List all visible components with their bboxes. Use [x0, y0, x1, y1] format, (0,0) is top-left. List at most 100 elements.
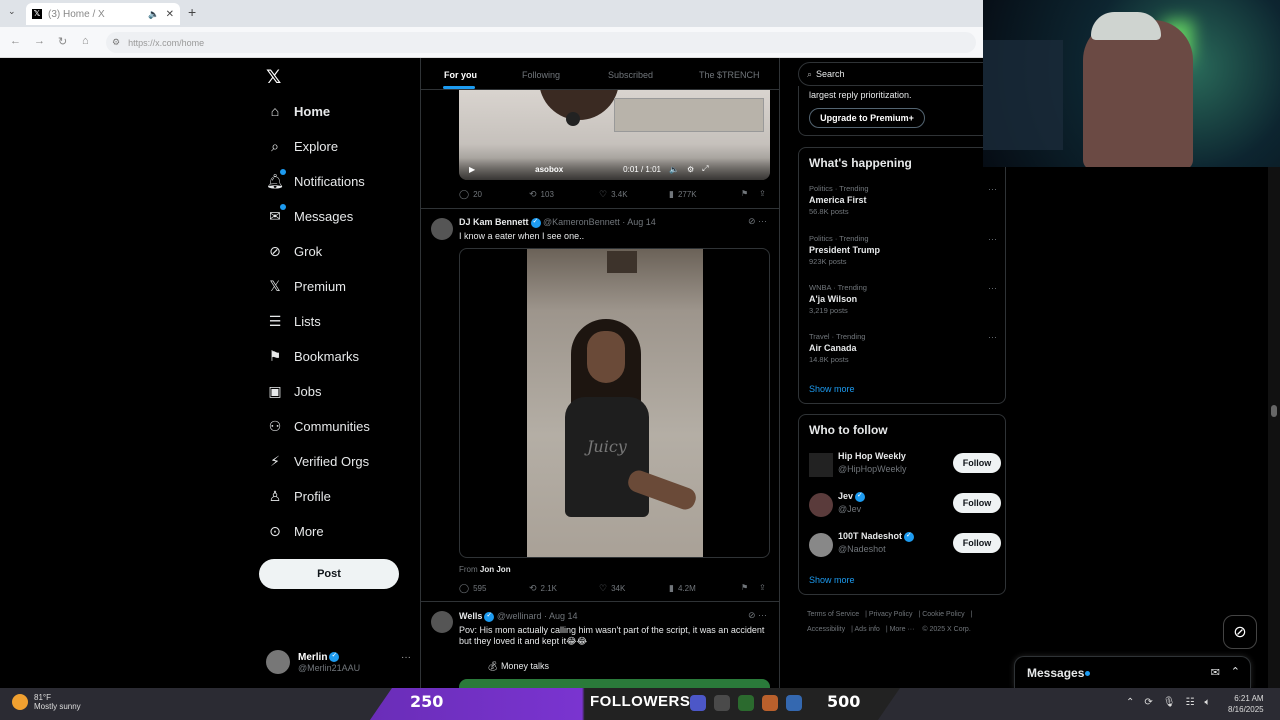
upgrade-button[interactable]: Upgrade to Premium+ — [809, 108, 925, 128]
discord-icon[interactable] — [690, 695, 706, 711]
reply-button[interactable]: ◯ 595 — [459, 583, 486, 594]
follow-suggestion[interactable]: 100T Nadeshot @Nadeshot Follow — [809, 531, 1001, 559]
nav-more[interactable]: ⊙ More — [266, 522, 324, 540]
nav-messages[interactable]: ✉ Messages — [266, 204, 353, 225]
author-name[interactable]: Wells — [459, 611, 482, 621]
nav-grok[interactable]: ⊘ Grok — [266, 242, 322, 260]
tab-trench[interactable]: The $TRENCH — [699, 70, 760, 80]
more-dots-icon[interactable]: ··· — [401, 652, 411, 663]
show-more-link[interactable]: Show more — [809, 384, 855, 394]
like-button[interactable]: ♡ 3.4K — [599, 189, 628, 200]
footer-link[interactable]: Cookie Policy — [922, 611, 964, 618]
volume-icon[interactable]: 🔈 — [669, 165, 679, 174]
search-input[interactable]: ⌕ Search — [798, 62, 998, 86]
site-info-icon[interactable]: ⚙ — [112, 37, 120, 48]
play-icon[interactable]: ▶ — [469, 165, 475, 174]
nav-premium[interactable]: 𝕏 Premium — [266, 277, 346, 295]
nav-communities[interactable]: ⚇ Communities — [266, 417, 370, 435]
follow-suggestion[interactable]: Hip Hop Weekly @HipHopWeekly Follow — [809, 451, 1001, 479]
tab-following[interactable]: Following — [522, 70, 560, 80]
from-name[interactable]: Jon Jon — [480, 565, 511, 574]
nav-profile[interactable]: ♙ Profile — [266, 487, 331, 505]
nav-bookmarks[interactable]: ⚑ Bookmarks — [266, 347, 359, 365]
views-button[interactable]: ▮ 4.2M — [669, 583, 696, 594]
forward-icon[interactable]: → — [34, 35, 45, 47]
new-tab-icon[interactable]: + — [188, 4, 196, 20]
footer-link[interactable]: Ads info — [855, 626, 880, 633]
video-player[interactable]: Juicy — [459, 248, 770, 558]
more-dots-icon[interactable]: ··· — [988, 184, 997, 194]
fullscreen-icon[interactable]: ⤢ — [702, 164, 708, 174]
app-icon[interactable] — [738, 695, 754, 711]
repost-button[interactable]: ⟲ 2.1K — [529, 583, 557, 594]
nav-verified-orgs[interactable]: ⚡︎ Verified Orgs — [266, 452, 369, 470]
avatar[interactable] — [431, 218, 453, 240]
follow-button[interactable]: Follow — [953, 493, 1001, 513]
share-icon[interactable]: ⇪ — [759, 189, 766, 198]
app-icon[interactable] — [762, 695, 778, 711]
tweet-date[interactable]: · Aug 14 — [622, 217, 656, 227]
nav-explore[interactable]: ⌕ Explore — [266, 137, 338, 155]
speaker-icon[interactable]: 🔈︎ — [1204, 697, 1210, 708]
video-player[interactable]: ▶ asobox 0:01 / 1:01 🔈 ⚙ ⤢ — [459, 90, 770, 180]
reload-icon[interactable]: ↻ — [58, 35, 67, 48]
tab-for-you[interactable]: For you — [444, 70, 477, 80]
more-dots-icon[interactable]: ⊘ ··· — [748, 216, 767, 227]
more-dots-icon[interactable]: ··· — [988, 332, 997, 342]
follow-button[interactable]: Follow — [953, 533, 1001, 553]
chevron-up-icon[interactable]: ⌃ — [1126, 697, 1134, 708]
more-dots-icon[interactable]: ⊘ ··· — [748, 610, 767, 621]
messages-drawer[interactable]: Messages ✉ ⌃ — [1014, 656, 1251, 688]
new-message-icon[interactable]: ✉ — [1211, 666, 1220, 679]
settings-icon[interactable]: ⚙ — [687, 165, 694, 174]
address-bar[interactable]: ⚙ https://x.com/home — [106, 32, 976, 53]
author-handle[interactable]: @wellinard — [497, 611, 542, 621]
scrollbar-thumb[interactable] — [1271, 405, 1277, 417]
x-logo-icon[interactable]: 𝕏 — [266, 66, 281, 89]
trend-item[interactable]: Politics · Trending President Trump 923K… — [809, 234, 999, 266]
more-dots-icon[interactable]: ··· — [988, 283, 997, 293]
footer-link[interactable]: More ··· — [890, 626, 915, 633]
like-button[interactable]: ♡ 34K — [599, 583, 625, 594]
more-dots-icon[interactable]: ··· — [988, 234, 997, 244]
footer-link[interactable]: Terms of Service — [807, 611, 859, 618]
speaker-icon[interactable]: 🔈 — [148, 9, 159, 20]
bookmark-icon[interactable]: ⚑ — [741, 583, 748, 592]
wifi-icon[interactable]: ☷ — [1185, 697, 1194, 708]
author-handle[interactable]: @KameronBennett — [543, 217, 620, 227]
footer-link[interactable]: Accessibility — [807, 626, 845, 633]
media-preview[interactable] — [459, 679, 770, 688]
home-button-icon[interactable]: ⌂ — [82, 35, 89, 47]
sync-icon[interactable]: ⟳ — [1144, 697, 1152, 708]
close-icon[interactable]: ✕ — [166, 9, 174, 20]
browser-tab[interactable]: 𝕏 (3) Home / X 🔈 ✕ — [26, 3, 180, 25]
nav-jobs[interactable]: ▣ Jobs — [266, 382, 321, 400]
expand-icon[interactable]: ⌃ — [1231, 665, 1240, 678]
nav-home[interactable]: ⌂ Home — [266, 102, 330, 120]
tweet-date[interactable]: · Aug 14 — [544, 611, 578, 621]
back-icon[interactable]: ← — [10, 35, 21, 47]
repost-button[interactable]: ⟲ 103 — [529, 189, 554, 200]
share-icon[interactable]: ⇪ — [759, 583, 766, 592]
app-icon[interactable] — [786, 695, 802, 711]
footer-link[interactable]: Privacy Policy — [869, 611, 913, 618]
avatar[interactable] — [431, 611, 453, 633]
nav-lists[interactable]: ☰ Lists — [266, 312, 321, 330]
tab-list-chevron-icon[interactable]: ⌄ — [8, 6, 16, 17]
account-switcher[interactable]: Merlin @Merlin21AAU ··· — [266, 646, 411, 678]
reply-button[interactable]: ◯ 20 — [459, 189, 482, 200]
follow-suggestion[interactable]: Jev @Jev Follow — [809, 491, 1001, 519]
trend-item[interactable]: WNBA · Trending A'ja Wilson 3,219 posts … — [809, 283, 999, 315]
clock[interactable]: 6:21 AM 8/16/2025 — [1228, 693, 1264, 715]
scrollbar[interactable] — [1268, 167, 1280, 688]
nav-notifications[interactable]: 🔔︎ Notifications — [266, 169, 365, 190]
trend-item[interactable]: Travel · Trending Air Canada 14.8K posts… — [809, 332, 999, 364]
microphone-icon[interactable]: 🎙︎ — [1163, 697, 1176, 708]
post-button[interactable]: Post — [259, 559, 399, 589]
bookmark-icon[interactable]: ⚑ — [741, 189, 748, 198]
show-more-link[interactable]: Show more — [809, 575, 855, 585]
app-icon[interactable] — [714, 695, 730, 711]
views-button[interactable]: ▮ 277K — [669, 189, 697, 200]
author-name[interactable]: DJ Kam Bennett — [459, 217, 529, 227]
trend-item[interactable]: Politics · Trending America First 56.8K … — [809, 184, 999, 216]
